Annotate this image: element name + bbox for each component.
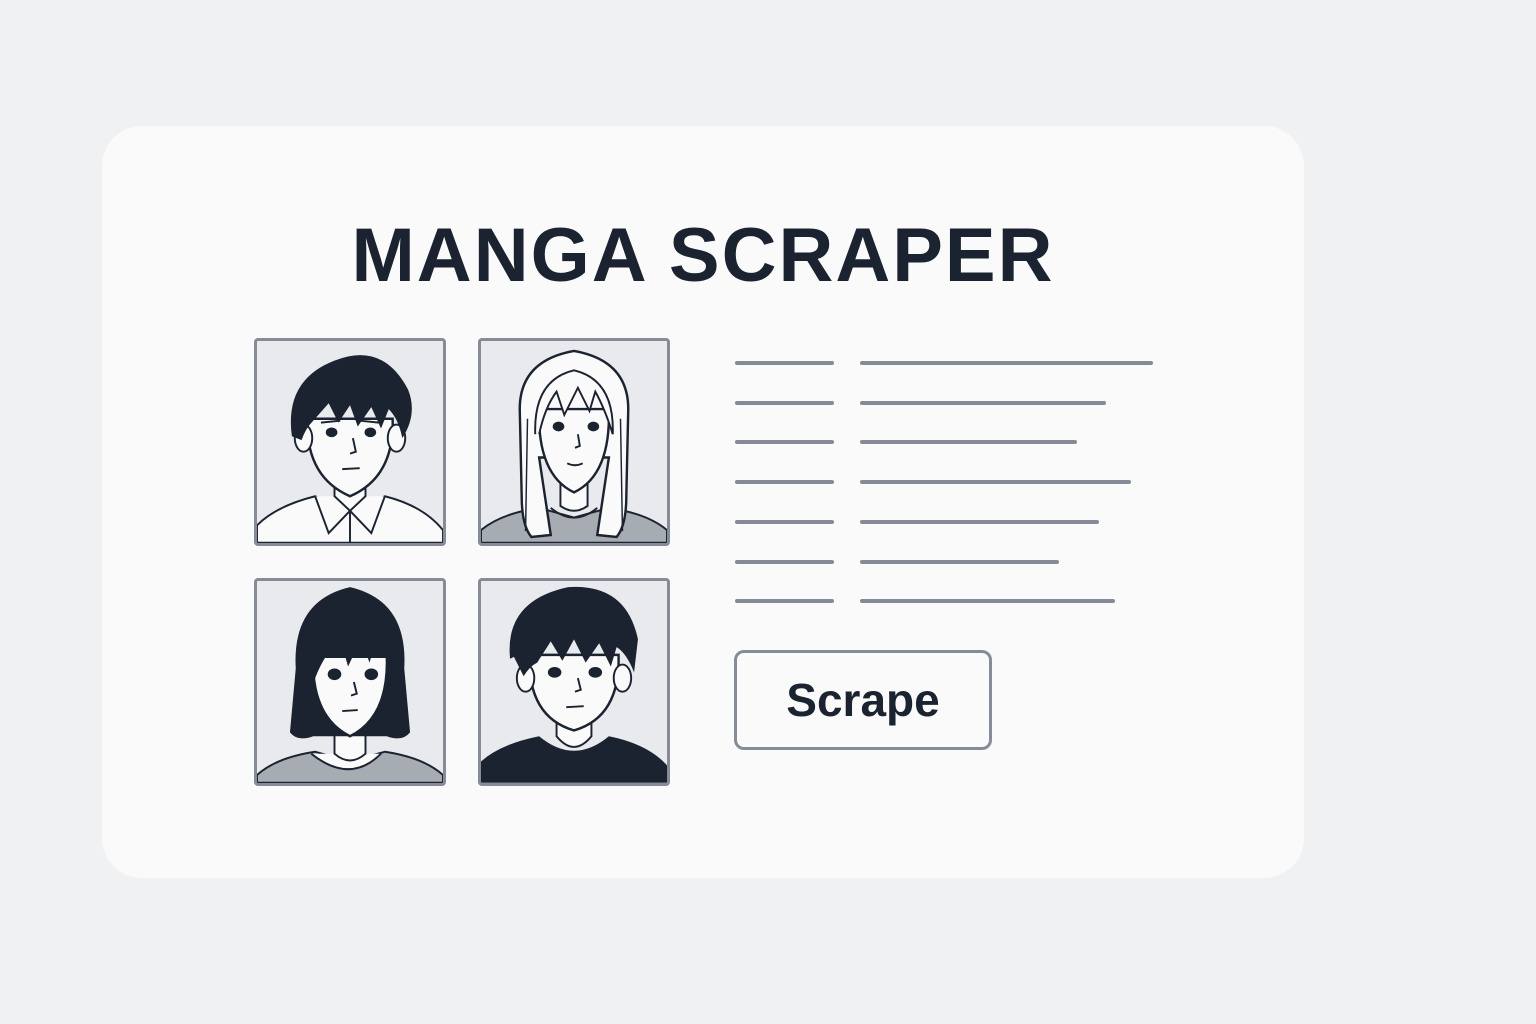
- field-label-placeholder: [735, 520, 834, 524]
- character-thumbnail-long-hair-girl[interactable]: [478, 338, 670, 546]
- boy-portrait-icon: [257, 341, 443, 543]
- app-title: MANGA SCRAPER: [351, 213, 1055, 298]
- boy-portrait-icon: [481, 581, 667, 783]
- field-label-placeholder: [735, 480, 834, 484]
- field-label-placeholder: [735, 440, 834, 444]
- field-value-placeholder: [860, 599, 1115, 603]
- field-value-placeholder: [860, 480, 1131, 484]
- girl-portrait-icon: [257, 581, 443, 783]
- field-value-placeholder: [860, 401, 1106, 405]
- character-thumbnail-bob-hair-girl[interactable]: [254, 578, 446, 786]
- field-label-placeholder: [735, 401, 834, 405]
- field-value-placeholder: [860, 440, 1077, 444]
- field-label-placeholder: [735, 599, 834, 603]
- scrape-button[interactable]: Scrape: [734, 650, 992, 750]
- field-value-placeholder: [860, 560, 1059, 564]
- character-thumbnail-boy-dark-shirt[interactable]: [478, 578, 670, 786]
- field-label-placeholder: [735, 361, 834, 365]
- field-value-placeholder: [860, 361, 1153, 365]
- character-thumbnail-boy-collared-shirt[interactable]: [254, 338, 446, 546]
- girl-portrait-icon: [481, 341, 667, 543]
- field-label-placeholder: [735, 560, 834, 564]
- field-value-placeholder: [860, 520, 1099, 524]
